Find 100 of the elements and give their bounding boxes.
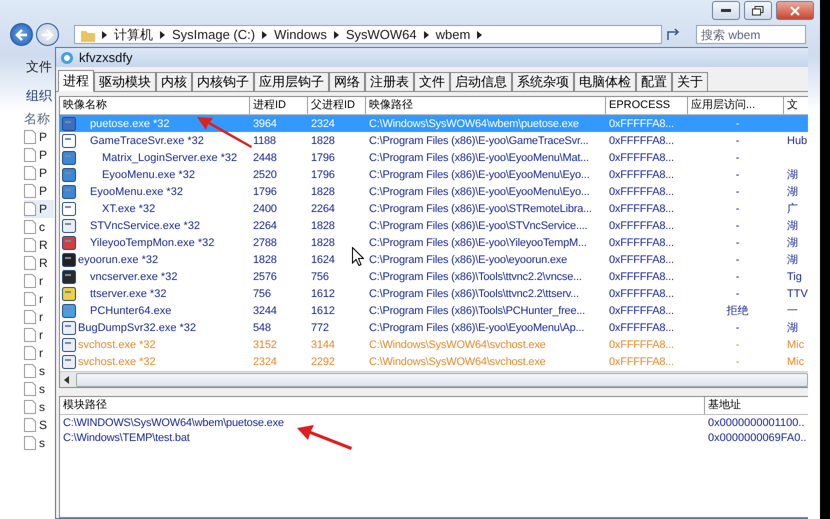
process-row[interactable]: Matrix_LoginServer.exe *32 2448 1796 C:\Program Files (x86)\E-yoo\EyooMenu\Mat... 0xFFFFFA8... - bbox=[60, 149, 808, 166]
process-row[interactable]: STVncService.exe *32 2264 1828 C:\Program Files (x86)\E-yoo\STVncService.... 0xFFFFFA8... - 湖 bbox=[60, 217, 808, 234]
file-icon bbox=[24, 292, 36, 306]
tab[interactable]: 文件 bbox=[414, 72, 450, 91]
file-icon bbox=[24, 382, 36, 396]
breadcrumb[interactable]: Windows bbox=[274, 27, 327, 42]
column-header[interactable]: 模块路径 bbox=[60, 397, 705, 414]
column-header[interactable]: 父进程ID bbox=[308, 97, 366, 114]
maximize-button[interactable] bbox=[744, 1, 772, 20]
column-header[interactable]: 基地址 bbox=[705, 397, 808, 414]
file-icon bbox=[24, 202, 36, 216]
column-header[interactable]: 进程ID bbox=[250, 97, 308, 114]
process-row[interactable]: GameTraceSvr.exe *32 1188 1828 C:\Program Files (x86)\E-yoo\GameTraceSvr... 0xFFFFFA8... - Hub bbox=[60, 132, 808, 149]
file-icon bbox=[24, 220, 36, 234]
table-cell-text: Hub bbox=[786, 134, 808, 146]
table-cell-text: 0xFFFFFA8... bbox=[608, 304, 675, 316]
file-row[interactable]: P bbox=[24, 182, 54, 200]
tab[interactable]: 启动信息 bbox=[450, 72, 512, 91]
process-row[interactable]: EyooMenu.exe *32 1796 1828 C:\Program Files (x86)\E-yoo\EyooMenu\Eyo... 0xFFFFFA8... - 湖 bbox=[60, 183, 808, 200]
refresh-icon[interactable] bbox=[665, 28, 681, 42]
process-name: YileyooTempMon.exe *32 bbox=[90, 236, 214, 248]
process-row[interactable]: EyooMenu.exe *32 2520 1796 C:\Program Files (x86)\E-yoo\EyooMenu\Eyo... 0xFFFFFA8... - 湖 bbox=[60, 166, 808, 183]
column-header[interactable]: 映像名称 bbox=[60, 97, 250, 114]
table-cell-text: 2576 bbox=[252, 270, 278, 282]
table-cell-text: - bbox=[734, 270, 740, 282]
file-row[interactable]: S bbox=[24, 416, 54, 434]
table-cell-text: - bbox=[734, 236, 740, 248]
process-row[interactable]: XT.exe *32 2400 2264 C:\Program Files (x86)\E-yoo\STRemoteLibra... 0xFFFFFA8... - 广 bbox=[60, 200, 808, 217]
file-row[interactable]: P bbox=[24, 164, 54, 182]
file-row[interactable]: s bbox=[24, 362, 54, 380]
file-name: r bbox=[39, 346, 43, 360]
close-button[interactable] bbox=[776, 1, 814, 20]
breadcrumb[interactable]: SysImage (C:) bbox=[172, 27, 256, 42]
back-button[interactable] bbox=[10, 23, 33, 46]
process-name: XT.exe *32 bbox=[102, 202, 156, 214]
file-row[interactable]: P bbox=[24, 146, 54, 164]
table-cell-text: 湖 bbox=[786, 236, 798, 250]
forward-arrow-icon bbox=[41, 28, 54, 40]
table-cell-text: 0xFFFFFA8... bbox=[608, 220, 675, 232]
file-row[interactable]: R bbox=[24, 254, 54, 272]
tab[interactable]: 应用层钩子 bbox=[254, 72, 329, 91]
tab[interactable]: 电脑体检 bbox=[574, 72, 636, 91]
file-row[interactable]: P bbox=[24, 200, 54, 218]
file-icon bbox=[24, 274, 36, 288]
forward-button[interactable] bbox=[36, 23, 59, 46]
table-cell-text: C:\Program Files (x86)\E-yoo\GameTraceSvr... bbox=[368, 134, 590, 146]
process-name: PCHunter64.exe bbox=[90, 304, 172, 316]
breadcrumb[interactable]: SysWOW64 bbox=[346, 27, 417, 42]
file-row[interactable]: s bbox=[24, 398, 54, 416]
column-header[interactable]: 映像路径 bbox=[366, 97, 606, 114]
table-cell: 772 bbox=[311, 322, 329, 334]
tab[interactable]: 系统杂项 bbox=[512, 72, 574, 91]
tab[interactable]: 关于 bbox=[672, 72, 708, 91]
chevron-icon bbox=[160, 30, 165, 38]
table-cell-text: - bbox=[734, 288, 740, 300]
file-row[interactable]: P bbox=[24, 128, 54, 146]
tab[interactable]: 注册表 bbox=[365, 72, 414, 91]
tab[interactable]: 内核钩子 bbox=[192, 72, 254, 91]
file-row[interactable]: r bbox=[24, 272, 54, 290]
process-row[interactable]: BugDumpSvr32.exe *32 548 772 C:\Program Files (x86)\E-yoo\EyooMenu\Ap... 0xFFFFFA8... - 湖 bbox=[60, 319, 808, 336]
search-field[interactable]: 搜索 wbem bbox=[696, 25, 806, 44]
menu-item[interactable]: 文件 bbox=[26, 58, 52, 76]
column-header[interactable]: EPROCESS bbox=[606, 97, 688, 114]
file-row[interactable]: c bbox=[24, 218, 54, 236]
left-arrow-icon[interactable] bbox=[64, 376, 69, 384]
process-row[interactable]: eyoorun.exe *32 1828 1624 C:\Program Files (x86)\E-yoo\eyoorun.exe 0xFFFFFA8... - 湖 bbox=[60, 251, 808, 268]
tab[interactable]: 配置 bbox=[636, 72, 672, 91]
file-row[interactable]: R bbox=[24, 236, 54, 254]
file-row[interactable]: s bbox=[24, 380, 54, 398]
table-cell-text: - bbox=[734, 254, 740, 266]
toolbar-item[interactable]: 组织 bbox=[26, 87, 52, 105]
breadcrumb[interactable]: 计算机 bbox=[114, 26, 153, 44]
column-header[interactable]: 名称 bbox=[24, 110, 50, 128]
tab[interactable]: 内核 bbox=[156, 72, 192, 91]
column-header[interactable]: 应用层访问... bbox=[688, 97, 784, 114]
table-cell-text: 湖 bbox=[786, 253, 798, 267]
tab[interactable]: 网络 bbox=[329, 72, 365, 91]
file-row[interactable]: s bbox=[24, 434, 54, 452]
minimize-button[interactable] bbox=[712, 1, 740, 20]
table-cell-text: C:\Windows\SysWOW64\wbem\puetose.exe bbox=[368, 118, 580, 130]
table-cell-text: C:\Program Files (x86)\E-yoo\EyooMenu\Eyo... bbox=[368, 168, 590, 180]
breadcrumb[interactable]: wbem bbox=[436, 27, 470, 42]
file-row[interactable]: r bbox=[24, 344, 54, 362]
process-row[interactable]: YileyooTempMon.exe *32 2788 1828 C:\Program Files (x86)\E-yoo\YileyooTempM... 0xFFFFFA8... - 湖 bbox=[60, 234, 808, 251]
column-header[interactable]: 文 bbox=[784, 97, 808, 114]
process-name: STVncService.exe *32 bbox=[90, 220, 200, 232]
file-row[interactable]: r bbox=[24, 308, 54, 326]
table-cell-text: C:\Windows\TEMP\test.bat bbox=[62, 432, 191, 444]
tab[interactable]: 进程 bbox=[58, 70, 94, 92]
process-icon bbox=[62, 202, 76, 216]
process-row[interactable]: vncserver.exe *32 2576 756 C:\Program Files (x86)\Tools\ttvnc2.2\vncse... 0xFFFFFA8... - Tig bbox=[60, 268, 808, 285]
file-row[interactable]: r bbox=[24, 290, 54, 308]
horizontal-scrollbar[interactable] bbox=[60, 371, 808, 387]
file-icon bbox=[24, 400, 36, 414]
tab[interactable]: 驱动模块 bbox=[94, 72, 156, 91]
process-row[interactable]: PCHunter64.exe 3244 1612 C:\Program Files (x86)\Tools\PCHunter_free... 0xFFFFFA8... 拒绝 一 bbox=[60, 302, 808, 319]
process-row[interactable]: ttserver.exe *32 756 1612 C:\Program Files (x86)\Tools\ttvnc2.2\ttserv... 0xFFFFFA8... - TTV bbox=[60, 285, 808, 302]
file-row[interactable]: r bbox=[24, 326, 54, 344]
address-bar[interactable]: 计算机 SysImage (C:) Windows SysWOW64 wbem bbox=[74, 25, 662, 44]
table-cell-text: - bbox=[734, 322, 740, 334]
